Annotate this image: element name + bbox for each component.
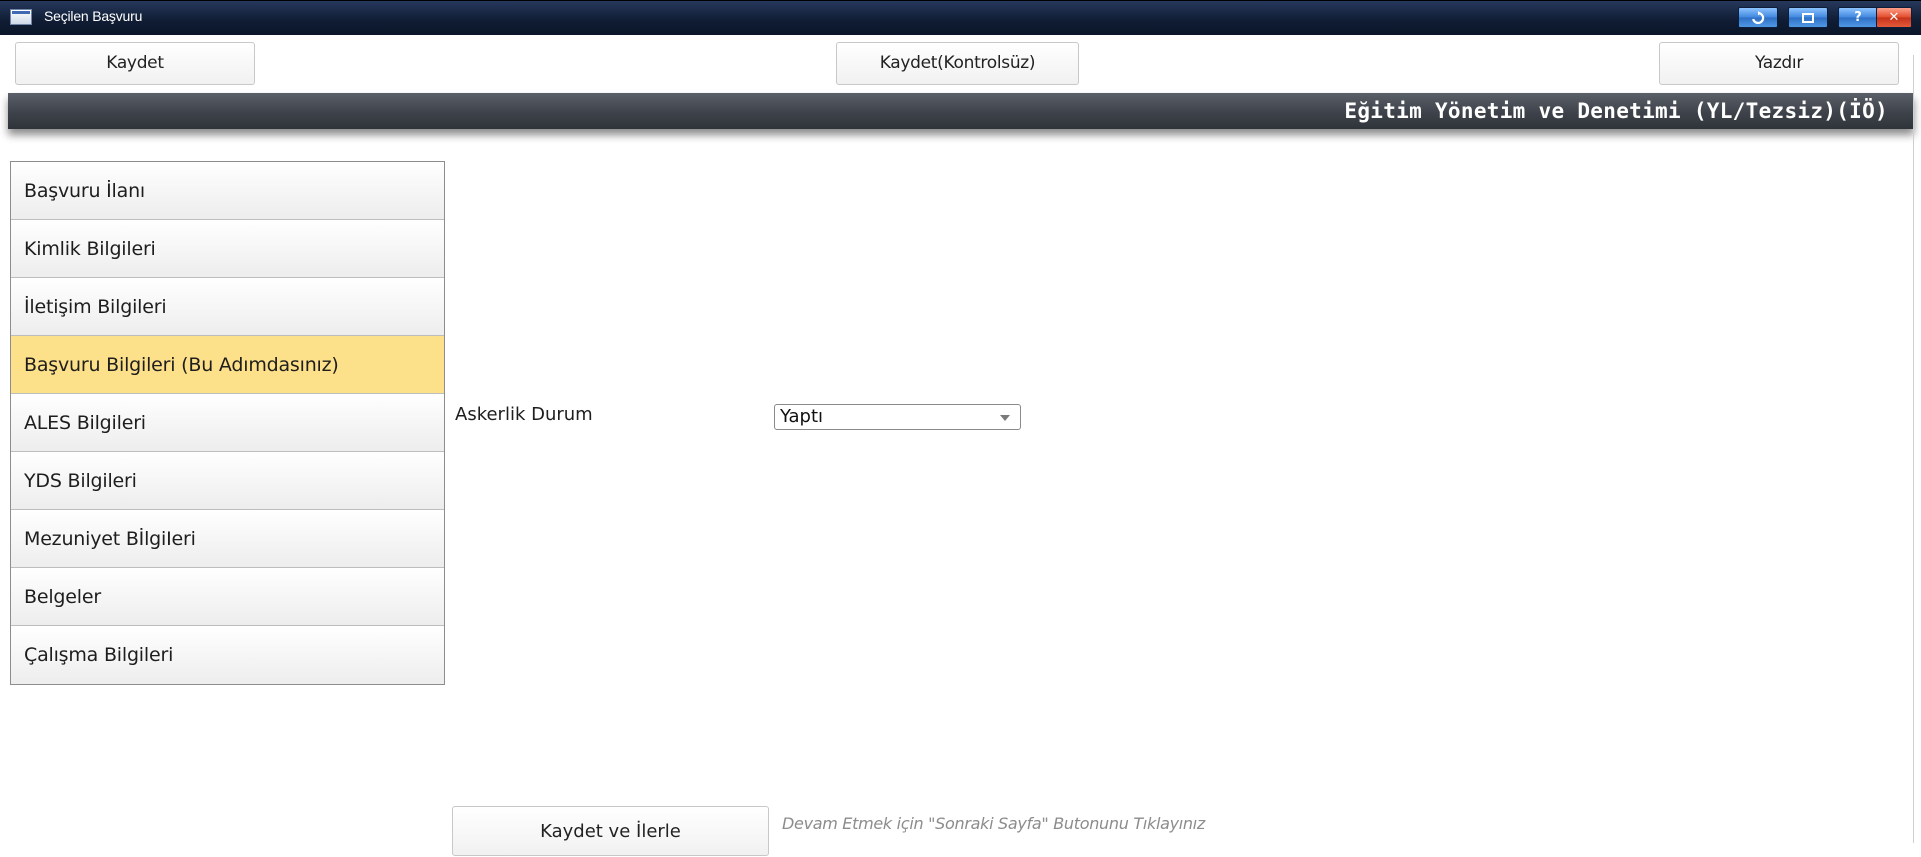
sidebar-item-basvuru-bilgileri[interactable]: Başvuru Bilgileri (Bu Adımdasınız): [11, 336, 444, 394]
save-button[interactable]: Kaydet: [15, 42, 255, 85]
section-header: Eğitim Yönetim ve Denetimi (YL/Tezsiz)(İ…: [8, 93, 1914, 129]
help-button[interactable]: ?: [1838, 7, 1878, 28]
window-titlebar: Seçilen Başvuru ? ✕: [0, 0, 1921, 35]
sidebar-item-calisma-bilgileri[interactable]: Çalışma Bilgileri: [11, 626, 444, 684]
sidebar-item-iletisim-bilgileri[interactable]: İletişim Bilgileri: [11, 278, 444, 336]
sidebar-item-yds-bilgileri[interactable]: YDS Bilgileri: [11, 452, 444, 510]
refresh-button[interactable]: [1738, 7, 1778, 28]
sidebar-item-ales-bilgileri[interactable]: ALES Bilgileri: [11, 394, 444, 452]
print-button[interactable]: Yazdır: [1659, 42, 1899, 85]
close-button[interactable]: ✕: [1876, 7, 1912, 28]
right-divider: [1913, 55, 1914, 843]
toolbar: Kaydet Kaydet(Kontrolsüz) Yazdır: [8, 35, 1914, 91]
close-icon: ✕: [1888, 10, 1900, 25]
restore-button[interactable]: [1788, 7, 1828, 28]
sidebar-item-kimlik-bilgileri[interactable]: Kimlik Bilgileri: [11, 220, 444, 278]
section-title: Eğitim Yönetim ve Denetimi (YL/Tezsiz)(İ…: [1344, 99, 1888, 123]
window-app-icon: [10, 9, 32, 25]
sidebar-nav: Başvuru İlanı Kimlik Bilgileri İletişim …: [10, 161, 445, 685]
military-status-value: Yaptı: [780, 406, 824, 427]
refresh-icon: [1752, 11, 1765, 25]
save-and-next-button[interactable]: Kaydet ve İlerle: [452, 806, 769, 856]
save-unchecked-button[interactable]: Kaydet(Kontrolsüz): [836, 42, 1079, 85]
window-title: Seçilen Başvuru: [44, 8, 143, 24]
chevron-down-icon: [1000, 415, 1010, 421]
sidebar-item-belgeler[interactable]: Belgeler: [11, 568, 444, 626]
military-status-select[interactable]: Yaptı: [774, 404, 1021, 430]
restore-icon: [1802, 13, 1814, 23]
sidebar-item-basvuru-ilani[interactable]: Başvuru İlanı: [11, 162, 444, 220]
sidebar-item-mezuniyet-bilgileri[interactable]: Mezuniyet BİlgiIeri: [11, 510, 444, 568]
continue-hint: Devam Etmek için "Sonraki Sayfa" Butonun…: [782, 814, 1205, 833]
help-icon: ?: [1854, 10, 1862, 25]
military-status-label: Askerlik Durum: [455, 404, 593, 425]
